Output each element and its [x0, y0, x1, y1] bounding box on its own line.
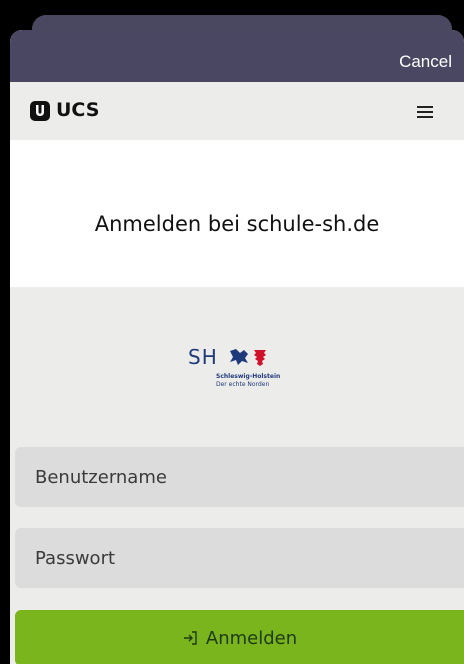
page-title: Anmelden bei schule-sh.de	[94, 212, 380, 236]
logo-line-2: Der echte Norden	[216, 381, 270, 388]
modal-nav-bar: Cancel	[10, 30, 464, 82]
site-header: UCS	[10, 82, 464, 140]
logo-line-1: Schleswig-Holstein	[216, 373, 281, 380]
ucs-logo-icon	[30, 101, 50, 121]
login-panel: SH Schleswig-Holstein Der echte Norden A…	[10, 287, 464, 664]
title-section: Anmelden bei schule-sh.de	[10, 140, 464, 287]
username-field[interactable]	[15, 447, 464, 507]
hamburger-menu-icon[interactable]	[417, 106, 433, 118]
login-button-label: Anmelden	[205, 627, 298, 649]
login-button[interactable]: Anmelden	[15, 610, 464, 664]
cancel-button[interactable]: Cancel	[399, 52, 452, 72]
password-field[interactable]	[15, 528, 464, 588]
login-arrow-icon	[183, 631, 197, 645]
modal-sheet: Cancel UCS Anmelden bei schule-sh.de SH …	[10, 30, 464, 664]
brand-name: UCS	[56, 99, 100, 121]
logo-letters: SH	[188, 345, 218, 369]
lion-crest-icon	[230, 349, 266, 366]
schleswig-holstein-logo: SH Schleswig-Holstein Der echte Norden	[188, 345, 308, 395]
